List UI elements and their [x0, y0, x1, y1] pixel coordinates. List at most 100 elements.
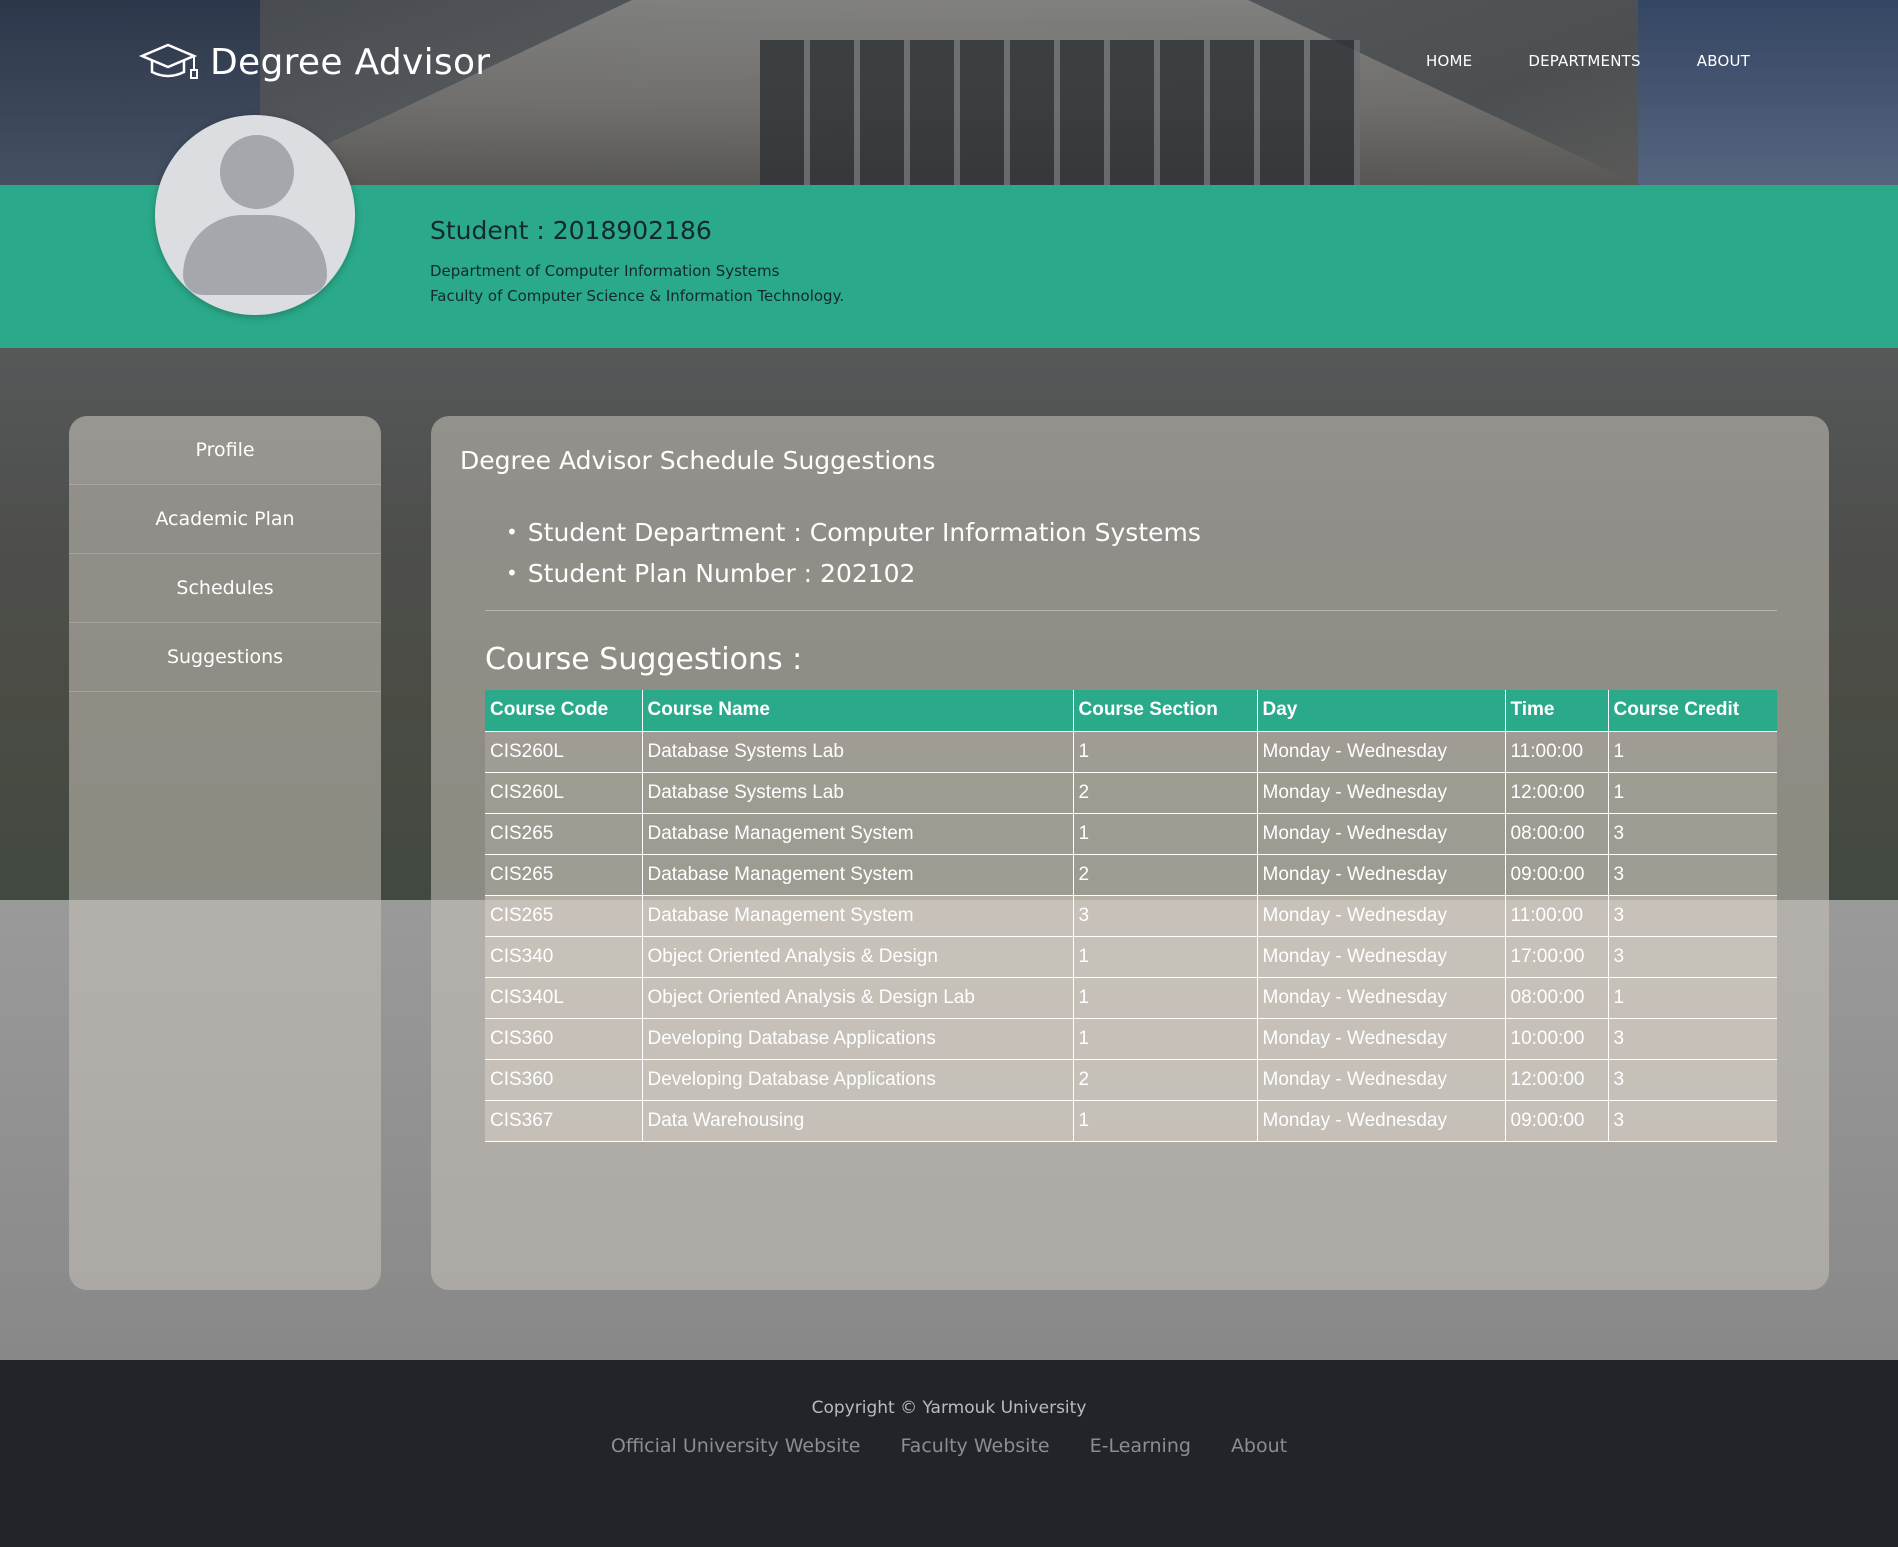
cell-time: 08:00:00 [1505, 813, 1609, 855]
table-row: CIS265 Database Management System 1 Monday … [485, 813, 1777, 855]
cell-day: Monday - Wednesday [1257, 936, 1506, 978]
cell-time: 09:00:00 [1505, 854, 1609, 896]
header-day: Day [1257, 690, 1506, 732]
table-row: CIS340L Object Oriented Analysis & Design… [485, 977, 1777, 1019]
student-summary-list: Student Department : Computer Informatio… [506, 512, 1201, 594]
suggestions-panel: Degree Advisor Schedule Suggestions Stud… [431, 416, 1829, 1290]
cell-course-section: 1 [1073, 936, 1258, 978]
student-department: Department of Computer Information Syste… [430, 262, 780, 280]
cell-course-code: CIS260L [485, 772, 643, 814]
table-row: CIS265 Database Management System 3 Monday … [485, 895, 1777, 937]
cell-course-credit: 1 [1608, 772, 1777, 814]
cell-day: Monday - Wednesday [1257, 895, 1506, 937]
cell-course-section: 2 [1073, 854, 1258, 896]
footer-link-elearning[interactable]: E-Learning [1090, 1435, 1191, 1457]
cell-course-name: Database Systems Lab [642, 731, 1074, 773]
nav-home[interactable]: HOME [1426, 52, 1472, 70]
cell-course-name: Object Oriented Analysis & Design Lab [642, 977, 1074, 1019]
cell-day: Monday - Wednesday [1257, 1018, 1506, 1060]
header-course-credit: Course Credit [1608, 690, 1777, 732]
cell-course-code: CIS265 [485, 895, 643, 937]
cell-course-name: Data Warehousing [642, 1100, 1074, 1142]
table-row: CIS260L Database Systems Lab 1 Monday - Wed… [485, 731, 1777, 773]
sidebar-item-schedules[interactable]: Schedules [69, 554, 381, 623]
cell-day: Monday - Wednesday [1257, 731, 1506, 773]
sidebar-item-academic-plan[interactable]: Academic Plan [69, 485, 381, 554]
cell-time: 17:00:00 [1505, 936, 1609, 978]
sidebar-item-suggestions[interactable]: Suggestions [69, 623, 381, 692]
cell-course-credit: 1 [1608, 977, 1777, 1019]
nav-about[interactable]: ABOUT [1697, 52, 1750, 70]
table-row: CIS265 Database Management System 2 Monday … [485, 854, 1777, 896]
header-course-section: Course Section [1073, 690, 1258, 732]
header-time: Time [1505, 690, 1609, 732]
top-nav: HOME DEPARTMENTS ABOUT [1426, 52, 1750, 70]
cell-course-name: Developing Database Applications [642, 1018, 1074, 1060]
cell-course-credit: 3 [1608, 1018, 1777, 1060]
brand[interactable]: Degree Advisor [138, 36, 490, 88]
table-row: CIS260L Database Systems Lab 2 Monday - Wed… [485, 772, 1777, 814]
divider [485, 610, 1777, 611]
table-row: CIS340 Object Oriented Analysis & Design 1… [485, 936, 1777, 978]
course-suggestions-title: Course Suggestions : [485, 642, 803, 677]
table-header-row: Course Code Course Name Course Section D… [485, 690, 1777, 732]
cell-course-section: 1 [1073, 1100, 1258, 1142]
cell-time: 12:00:00 [1505, 1059, 1609, 1101]
table-row: CIS367 Data Warehousing 1 Monday - Wednesda… [485, 1100, 1777, 1142]
avatar-head [220, 135, 294, 209]
cell-course-credit: 3 [1608, 1059, 1777, 1101]
header-course-name: Course Name [642, 690, 1074, 732]
footer-link-faculty[interactable]: Faculty Website [901, 1435, 1050, 1457]
footer-link-about[interactable]: About [1231, 1435, 1287, 1457]
cell-course-code: CIS260L [485, 731, 643, 773]
cell-day: Monday - Wednesday [1257, 772, 1506, 814]
cell-course-code: CIS340 [485, 936, 643, 978]
cell-course-name: Database Systems Lab [642, 772, 1074, 814]
cell-course-credit: 3 [1608, 895, 1777, 937]
cell-course-section: 1 [1073, 813, 1258, 855]
cell-course-code: CIS360 [485, 1018, 643, 1060]
cell-day: Monday - Wednesday [1257, 1059, 1506, 1101]
cell-course-code: CIS340L [485, 977, 643, 1019]
cell-time: 11:00:00 [1505, 731, 1609, 773]
cell-course-name: Developing Database Applications [642, 1059, 1074, 1101]
sidebar-item-profile[interactable]: Profile [69, 416, 381, 485]
cell-course-credit: 3 [1608, 854, 1777, 896]
graduation-cap-icon [138, 43, 198, 79]
cell-time: 09:00:00 [1505, 1100, 1609, 1142]
cell-course-code: CIS367 [485, 1100, 643, 1142]
table-row: CIS360 Developing Database Applications 1 M… [485, 1018, 1777, 1060]
cell-course-section: 2 [1073, 772, 1258, 814]
footer-link-university[interactable]: Official University Website [611, 1435, 861, 1457]
cell-course-credit: 3 [1608, 1100, 1777, 1142]
student-faculty: Faculty of Computer Science & Informatio… [430, 287, 845, 305]
cell-course-section: 1 [1073, 977, 1258, 1019]
cell-course-name: Database Management System [642, 813, 1074, 855]
cell-course-credit: 3 [1608, 813, 1777, 855]
cell-time: 11:00:00 [1505, 895, 1609, 937]
course-suggestions-table: Course Code Course Name Course Section D… [485, 690, 1777, 1142]
brand-title: Degree Advisor [210, 41, 491, 83]
copyright: Copyright © Yarmouk University [811, 1398, 1087, 1418]
nav-departments[interactable]: DEPARTMENTS [1528, 52, 1640, 70]
avatar-body [183, 215, 327, 295]
cell-course-name: Database Management System [642, 895, 1074, 937]
footer: Copyright © Yarmouk University Official … [0, 1360, 1898, 1547]
cell-time: 10:00:00 [1505, 1018, 1609, 1060]
cell-course-code: CIS265 [485, 854, 643, 896]
cell-course-section: 2 [1073, 1059, 1258, 1101]
cell-course-credit: 1 [1608, 731, 1777, 773]
cell-course-code: CIS265 [485, 813, 643, 855]
sidebar: Profile Academic Plan Schedules Suggesti… [69, 416, 381, 1290]
student-info: Student : 2018902186 Department of Compu… [430, 216, 844, 309]
cell-time: 08:00:00 [1505, 977, 1609, 1019]
cell-day: Monday - Wednesday [1257, 813, 1506, 855]
header-course-code: Course Code [485, 690, 643, 732]
list-item: Student Department : Computer Informatio… [506, 512, 1201, 553]
cell-day: Monday - Wednesday [1257, 977, 1506, 1019]
cell-day: Monday - Wednesday [1257, 1100, 1506, 1142]
cell-course-section: 3 [1073, 895, 1258, 937]
student-id: Student : 2018902186 [430, 216, 712, 245]
list-item: Student Plan Number : 202102 [506, 553, 1201, 594]
cell-course-section: 1 [1073, 1018, 1258, 1060]
